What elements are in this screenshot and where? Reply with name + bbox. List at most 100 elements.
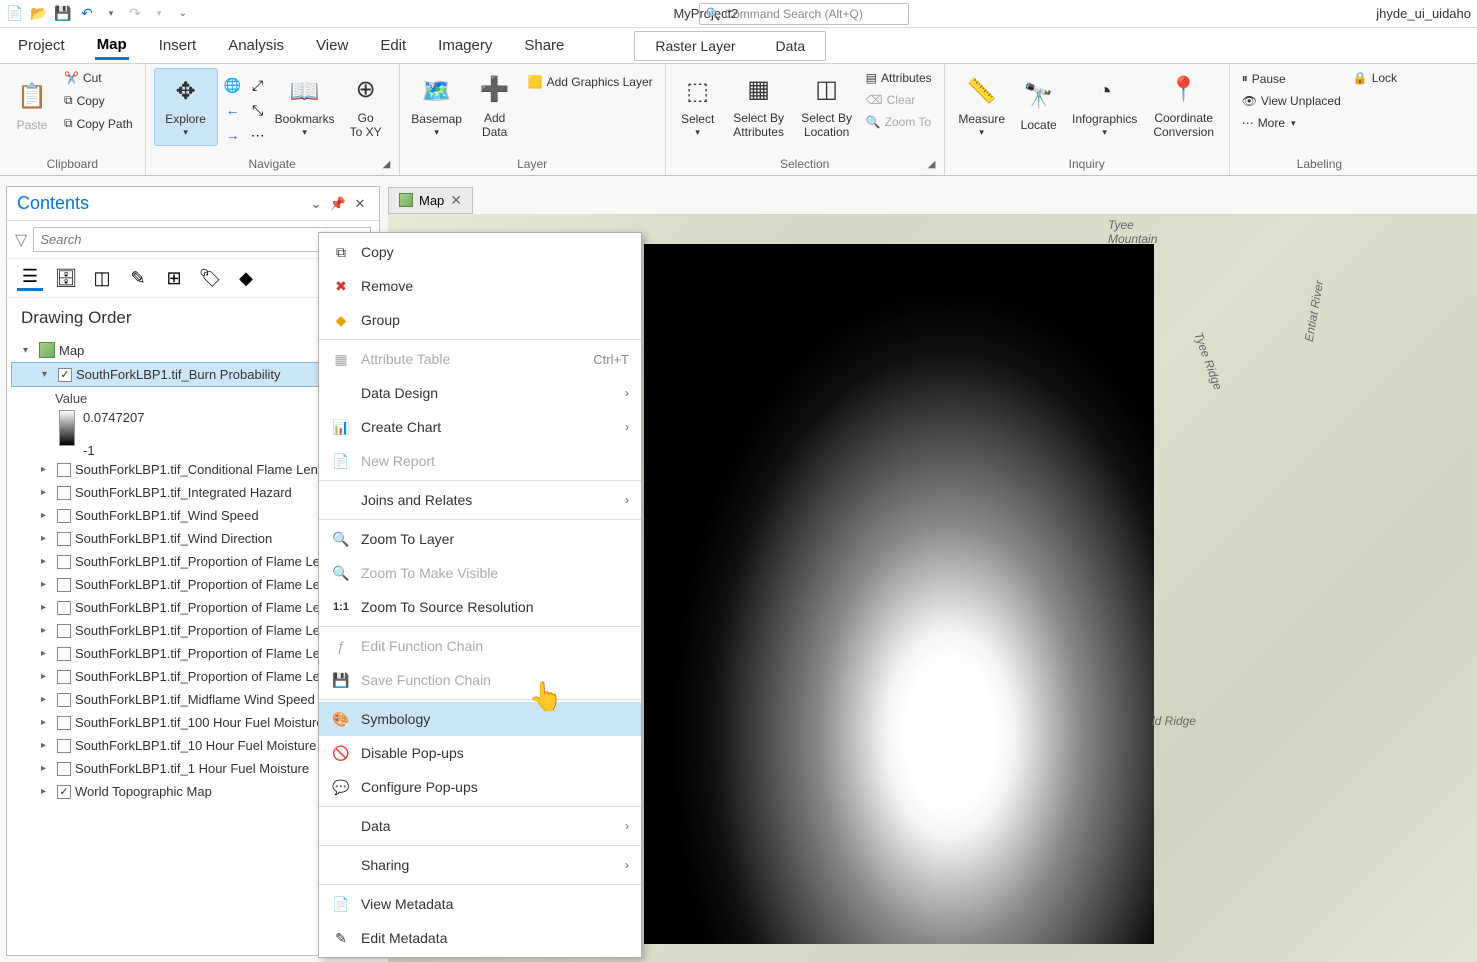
coordinate-conversion-button[interactable]: 📍 Coordinate Conversion: [1147, 68, 1221, 146]
layer-checkbox[interactable]: [57, 647, 71, 661]
add-data-button[interactable]: ➕ Add Data: [470, 68, 520, 146]
close-icon[interactable]: ✕: [351, 195, 369, 213]
view-unplaced-button[interactable]: 👁View Unplaced: [1238, 91, 1345, 111]
layer-checkbox[interactable]: [57, 624, 71, 638]
explore-button[interactable]: ✥ Explore ▾: [154, 68, 218, 146]
open-project-icon[interactable]: 📂: [30, 5, 48, 23]
list-by-perspective-icon[interactable]: ◆: [233, 265, 259, 291]
bookmarks-button[interactable]: 📖 Bookmarks ▾: [273, 68, 337, 146]
command-search-input[interactable]: 🔍 Command Search (Alt+Q): [699, 3, 909, 25]
tab-view[interactable]: View: [314, 33, 350, 58]
menu-view-metadata[interactable]: 📄View Metadata: [319, 887, 641, 921]
list-by-drawing-order-icon[interactable]: ☰: [17, 265, 43, 291]
list-by-editing-icon[interactable]: ✎: [125, 265, 151, 291]
menu-zoom-to-layer[interactable]: 🔍Zoom To Layer: [319, 522, 641, 556]
layer-checkbox[interactable]: [57, 762, 71, 776]
more-labeling-button[interactable]: ⋯More▾: [1238, 113, 1345, 133]
tab-insert[interactable]: Insert: [157, 33, 199, 58]
expand-icon[interactable]: ▸: [41, 533, 53, 544]
goto-xy-button[interactable]: ⊕ Go To XY: [341, 68, 391, 146]
lock-labeling-button[interactable]: 🔒Lock: [1349, 68, 1401, 88]
layer-checkbox[interactable]: ✓: [58, 368, 72, 382]
attributes-button[interactable]: ▤Attributes: [862, 68, 936, 88]
navigate-dialog-launcher[interactable]: ◢: [383, 159, 397, 173]
paste-button[interactable]: 📋 Paste: [8, 68, 56, 146]
expand-icon[interactable]: ▸: [41, 671, 53, 682]
undo-dropdown-icon[interactable]: ▾: [102, 5, 120, 23]
measure-button[interactable]: 📏 Measure ▾: [953, 68, 1011, 146]
list-by-snapping-icon[interactable]: ⊞: [161, 265, 187, 291]
close-icon[interactable]: ✕: [450, 192, 462, 209]
layer-checkbox[interactable]: [57, 509, 71, 523]
tab-project[interactable]: Project: [16, 33, 67, 58]
context-tab-raster-layer[interactable]: Raster Layer: [635, 32, 755, 60]
tab-imagery[interactable]: Imagery: [436, 33, 494, 58]
menu-data-design[interactable]: Data Design›: [319, 376, 641, 410]
layer-checkbox[interactable]: [57, 555, 71, 569]
menu-zoom-source-resolution[interactable]: 1:1Zoom To Source Resolution: [319, 590, 641, 624]
redo-dropdown-icon[interactable]: ▾: [150, 5, 168, 23]
layer-checkbox[interactable]: [57, 739, 71, 753]
expand-icon[interactable]: ▸: [41, 625, 53, 636]
expand-icon[interactable]: ▸: [41, 464, 53, 475]
expand-icon[interactable]: ▸: [41, 556, 53, 567]
expand-icon[interactable]: ▸: [41, 786, 53, 797]
expand-icon[interactable]: ▸: [41, 487, 53, 498]
layer-checkbox[interactable]: [57, 532, 71, 546]
layer-checkbox[interactable]: [57, 693, 71, 707]
layer-checkbox[interactable]: [57, 716, 71, 730]
next-extent-icon[interactable]: →: [222, 124, 244, 146]
add-graphics-layer-button[interactable]: 🟨Add Graphics Layer: [524, 72, 657, 92]
layer-checkbox[interactable]: [57, 463, 71, 477]
pin-icon[interactable]: 📌: [329, 195, 347, 213]
fixed-zoom-in-icon[interactable]: ⤢: [247, 74, 269, 96]
tab-edit[interactable]: Edit: [378, 33, 408, 58]
menu-create-chart[interactable]: 📊Create Chart›: [319, 410, 641, 444]
select-by-location-button[interactable]: ◫ Select By Location: [796, 68, 858, 146]
zoom-to-selection-button[interactable]: 🔍Zoom To: [862, 112, 936, 132]
expand-icon[interactable]: ▾: [42, 369, 54, 380]
undo-icon[interactable]: ↶: [78, 5, 96, 23]
new-project-icon[interactable]: 📄: [6, 5, 24, 23]
expand-icon[interactable]: ▸: [41, 648, 53, 659]
expand-icon[interactable]: ▸: [41, 694, 53, 705]
locate-button[interactable]: 🔭 Locate: [1015, 68, 1063, 146]
full-extent-icon[interactable]: 🌐: [222, 74, 244, 96]
copy-button[interactable]: ⧉Copy: [60, 90, 137, 111]
pane-menu-icon[interactable]: ⌄: [307, 195, 325, 213]
menu-edit-metadata[interactable]: ✎Edit Metadata: [319, 921, 641, 955]
menu-joins-relates[interactable]: Joins and Relates›: [319, 483, 641, 517]
expand-icon[interactable]: ▾: [23, 345, 35, 356]
menu-symbology[interactable]: 🎨Symbology: [319, 702, 641, 736]
layer-checkbox[interactable]: [57, 486, 71, 500]
list-by-source-icon[interactable]: 🗄: [53, 265, 79, 291]
expand-icon[interactable]: ▸: [41, 763, 53, 774]
menu-data[interactable]: Data›: [319, 809, 641, 843]
clear-selection-button[interactable]: ⌫Clear: [862, 90, 936, 110]
tab-map[interactable]: Map: [95, 32, 129, 60]
user-name[interactable]: jhyde_ui_uidaho: [1376, 6, 1471, 21]
save-icon[interactable]: 💾: [54, 5, 72, 23]
fixed-zoom-out-icon[interactable]: ⤡: [247, 99, 269, 121]
selection-dialog-launcher[interactable]: ◢: [928, 159, 942, 173]
basemap-button[interactable]: 🗺️ Basemap ▾: [408, 68, 466, 146]
menu-remove[interactable]: ✖Remove: [319, 269, 641, 303]
tab-analysis[interactable]: Analysis: [226, 33, 286, 58]
menu-disable-popups[interactable]: 🚫Disable Pop-ups: [319, 736, 641, 770]
layer-checkbox[interactable]: [57, 670, 71, 684]
prev-extent-icon[interactable]: ←: [222, 99, 244, 121]
filter-icon[interactable]: ▽: [15, 230, 27, 250]
tab-share[interactable]: Share: [522, 33, 566, 58]
layer-checkbox[interactable]: ✓: [57, 785, 71, 799]
nav-more-icon[interactable]: ⋯: [247, 124, 269, 146]
map-view-tab[interactable]: Map ✕: [388, 187, 473, 214]
list-by-labeling-icon[interactable]: 🏷: [197, 265, 223, 291]
layer-checkbox[interactable]: [57, 601, 71, 615]
list-by-selection-icon[interactable]: ◫: [89, 265, 115, 291]
layer-checkbox[interactable]: [57, 578, 71, 592]
expand-icon[interactable]: ▸: [41, 510, 53, 521]
menu-group[interactable]: ◆Group: [319, 303, 641, 337]
cut-button[interactable]: ✂️Cut: [60, 68, 137, 88]
menu-sharing[interactable]: Sharing›: [319, 848, 641, 882]
redo-icon[interactable]: ↷: [126, 5, 144, 23]
